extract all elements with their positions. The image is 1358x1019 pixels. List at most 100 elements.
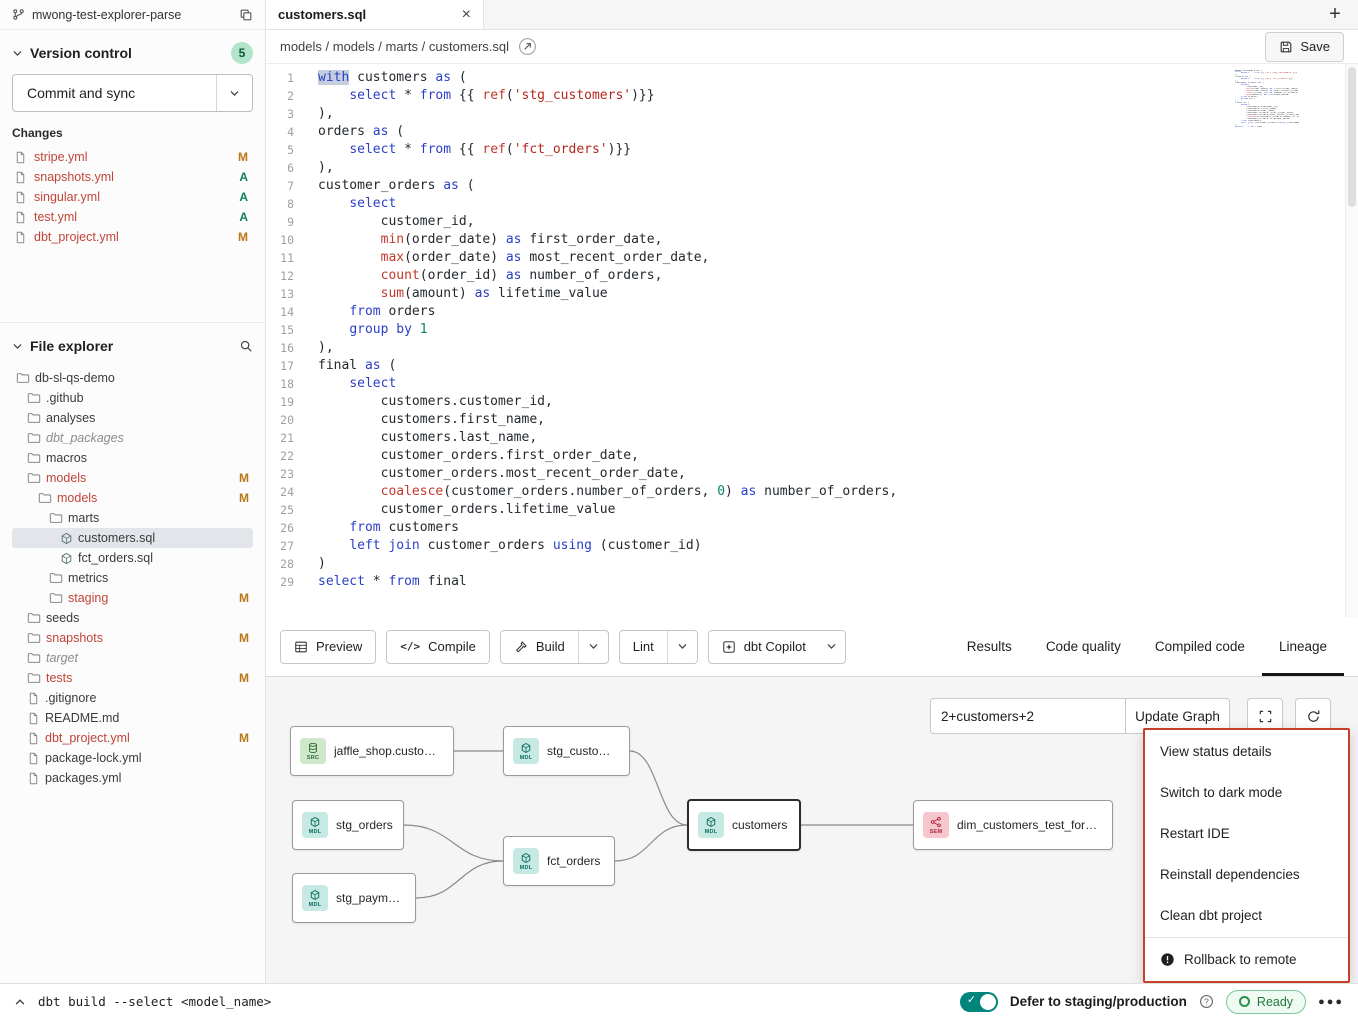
menu-item-rollback-to-remote[interactable]: Rollback to remote bbox=[1145, 939, 1348, 980]
code-line[interactable]: 7customer_orders as ( bbox=[266, 177, 1345, 195]
code-line[interactable]: 28) bbox=[266, 555, 1345, 573]
code-line[interactable]: 11 max(order_date) as most_recent_order_… bbox=[266, 249, 1345, 267]
tree-item-models[interactable]: modelsM bbox=[12, 488, 253, 508]
lint-button[interactable]: Lint bbox=[620, 631, 667, 663]
code-line[interactable]: 5 select * from {{ ref('fct_orders')}} bbox=[266, 141, 1345, 159]
changed-file-test-yml[interactable]: test.ymlA bbox=[12, 207, 253, 227]
code-editor[interactable]: 1with customers as (2 select * from {{ r… bbox=[266, 64, 1345, 617]
changed-file-singular-yml[interactable]: singular.ymlA bbox=[12, 187, 253, 207]
tree-item-packages-yml[interactable]: packages.yml bbox=[12, 768, 253, 788]
code-line[interactable]: 3), bbox=[266, 105, 1345, 123]
tab-code-quality[interactable]: Code quality bbox=[1029, 617, 1138, 676]
tab-results[interactable]: Results bbox=[950, 617, 1029, 676]
tree-item-seeds[interactable]: seeds bbox=[12, 608, 253, 628]
new-tab-button[interactable]: + bbox=[1312, 0, 1358, 29]
tree-item-macros[interactable]: macros bbox=[12, 448, 253, 468]
code-line[interactable]: 15 group by 1 bbox=[266, 321, 1345, 339]
lineage-node-stg-customers[interactable]: MDLstg_customers bbox=[503, 726, 630, 776]
changed-file-dbt-project-yml[interactable]: dbt_project.ymlM bbox=[12, 227, 253, 247]
tree-item-github[interactable]: .github bbox=[12, 388, 253, 408]
code-line[interactable]: 21 customers.last_name, bbox=[266, 429, 1345, 447]
tree-item-db-sl-qs-demo[interactable]: db-sl-qs-demo bbox=[12, 368, 253, 388]
changed-file-snapshots-yml[interactable]: snapshots.ymlA bbox=[12, 167, 253, 187]
open-link-icon[interactable] bbox=[518, 37, 537, 56]
tree-item-gitignore[interactable]: .gitignore bbox=[12, 688, 253, 708]
code-line[interactable]: 13 sum(amount) as lifetime_value bbox=[266, 285, 1345, 303]
commit-options-button[interactable] bbox=[216, 75, 252, 111]
commit-and-sync-button[interactable]: Commit and sync bbox=[12, 74, 253, 112]
code-line[interactable]: 1with customers as ( bbox=[266, 69, 1345, 87]
code-line[interactable]: 23 customer_orders.most_recent_order_dat… bbox=[266, 465, 1345, 483]
code-line[interactable]: 16), bbox=[266, 339, 1345, 357]
lineage-node-fct-orders[interactable]: MDLfct_orders bbox=[503, 836, 615, 886]
tab-lineage[interactable]: Lineage bbox=[1262, 617, 1344, 676]
help-icon[interactable]: ? bbox=[1199, 994, 1214, 1009]
code-line[interactable]: 19 customers.customer_id, bbox=[266, 393, 1345, 411]
code-line[interactable]: 12 count(order_id) as number_of_orders, bbox=[266, 267, 1345, 285]
dbt-copilot-button[interactable]: dbt Copilot bbox=[709, 631, 819, 663]
menu-item-clean-dbt-project[interactable]: Clean dbt project bbox=[1145, 895, 1348, 936]
tree-item-snapshots[interactable]: snapshotsM bbox=[12, 628, 253, 648]
code-line[interactable]: 10 min(order_date) as first_order_date, bbox=[266, 231, 1345, 249]
close-icon[interactable]: × bbox=[462, 7, 471, 23]
copy-icon[interactable] bbox=[239, 8, 253, 22]
code-line[interactable]: 17final as ( bbox=[266, 357, 1345, 375]
lineage-selector-input[interactable] bbox=[930, 698, 1125, 734]
code-line[interactable]: 8 select bbox=[266, 195, 1345, 213]
code-line[interactable]: 26 from customers bbox=[266, 519, 1345, 537]
compile-button[interactable]: </> Compile bbox=[386, 630, 490, 664]
lineage-node-stg-payments[interactable]: MDLstg_payments bbox=[292, 873, 416, 923]
preview-button[interactable]: Preview bbox=[280, 630, 376, 664]
version-control-header[interactable]: Version control 5 bbox=[12, 40, 253, 66]
lineage-node-dim-customers-test-for-parse[interactable]: SEMdim_customers_test_for_parse bbox=[913, 800, 1113, 850]
menu-item-restart-ide[interactable]: Restart IDE bbox=[1145, 813, 1348, 854]
code-line[interactable]: 27 left join customer_orders using (cust… bbox=[266, 537, 1345, 555]
code-line[interactable]: 29select * from final bbox=[266, 573, 1345, 591]
tree-item-staging[interactable]: stagingM bbox=[12, 588, 253, 608]
code-line[interactable]: 20 customers.first_name, bbox=[266, 411, 1345, 429]
copilot-options-button[interactable] bbox=[819, 631, 845, 663]
more-options-button[interactable]: ●●● bbox=[1318, 996, 1344, 1008]
lineage-node-stg-orders[interactable]: MDLstg_orders bbox=[292, 800, 404, 850]
code-line[interactable]: 2 select * from {{ ref('stg_customers')}… bbox=[266, 87, 1345, 105]
tree-item-models[interactable]: modelsM bbox=[12, 468, 253, 488]
status-badge[interactable]: Ready bbox=[1226, 990, 1306, 1014]
tab-compiled-code[interactable]: Compiled code bbox=[1138, 617, 1262, 676]
tab-customers-sql[interactable]: customers.sql × bbox=[266, 0, 484, 29]
tree-item-readme-md[interactable]: README.md bbox=[12, 708, 253, 728]
editor-scrollbar[interactable] bbox=[1345, 64, 1358, 617]
code-line[interactable]: 22 customer_orders.first_order_date, bbox=[266, 447, 1345, 465]
menu-item-reinstall-dependencies[interactable]: Reinstall dependencies bbox=[1145, 854, 1348, 895]
tree-item-dbt-project-yml[interactable]: dbt_project.ymlM bbox=[12, 728, 253, 748]
code-line[interactable]: 9 customer_id, bbox=[266, 213, 1345, 231]
save-button[interactable]: Save bbox=[1265, 32, 1344, 62]
build-options-button[interactable] bbox=[578, 631, 608, 663]
lineage-node-jaffle-shop-customers[interactable]: SRCjaffle_shop.customers bbox=[290, 726, 454, 776]
tree-item-marts[interactable]: marts bbox=[12, 508, 253, 528]
code-line[interactable]: 14 from orders bbox=[266, 303, 1345, 321]
code-line[interactable]: 4orders as ( bbox=[266, 123, 1345, 141]
tree-item-tests[interactable]: testsM bbox=[12, 668, 253, 688]
tree-item-analyses[interactable]: analyses bbox=[12, 408, 253, 428]
code-line[interactable]: 25 customer_orders.lifetime_value bbox=[266, 501, 1345, 519]
code-line[interactable]: 6), bbox=[266, 159, 1345, 177]
search-icon[interactable] bbox=[239, 339, 253, 353]
tree-item-customers-sql[interactable]: customers.sql bbox=[12, 528, 253, 548]
tree-item-package-lock-yml[interactable]: package-lock.yml bbox=[12, 748, 253, 768]
tree-item-fct-orders-sql[interactable]: fct_orders.sql bbox=[12, 548, 253, 568]
code-line[interactable]: 24 coalesce(customer_orders.number_of_or… bbox=[266, 483, 1345, 501]
build-button[interactable]: Build bbox=[501, 631, 578, 663]
scrollbar-thumb[interactable] bbox=[1348, 67, 1356, 207]
tree-item-dbt-packages[interactable]: dbt_packages bbox=[12, 428, 253, 448]
tree-item-target[interactable]: target bbox=[12, 648, 253, 668]
menu-item-switch-to-dark-mode[interactable]: Switch to dark mode bbox=[1145, 772, 1348, 813]
lint-options-button[interactable] bbox=[667, 631, 697, 663]
menu-item-view-status-details[interactable]: View status details bbox=[1145, 731, 1348, 772]
file-explorer-header[interactable]: File explorer bbox=[12, 333, 253, 359]
lineage-node-customers[interactable]: MDLcustomers bbox=[687, 799, 801, 851]
tree-item-metrics[interactable]: metrics bbox=[12, 568, 253, 588]
editor-minimap[interactable]: with customers as ( select * from {{ ref… bbox=[1235, 70, 1299, 128]
chevron-up-icon[interactable] bbox=[14, 996, 26, 1008]
changed-file-stripe-yml[interactable]: stripe.ymlM bbox=[12, 147, 253, 167]
code-line[interactable]: 18 select bbox=[266, 375, 1345, 393]
